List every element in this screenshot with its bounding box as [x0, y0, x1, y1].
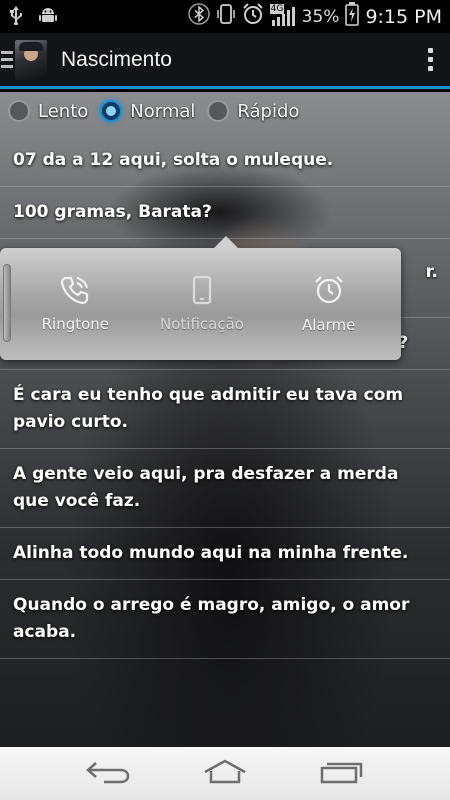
recent-apps-button[interactable]	[312, 754, 372, 794]
ringtone-label: Ringtone	[41, 315, 110, 333]
list-item[interactable]: 100 gramas, Barata?	[0, 187, 450, 239]
speed-option-normal[interactable]: Normal	[100, 100, 195, 122]
main-content: Lento Normal Rápido 07 da a 12 aqui, sol…	[0, 92, 450, 747]
avatar[interactable]	[15, 39, 47, 80]
speed-selector: Lento Normal Rápido	[8, 100, 311, 122]
list-item-text: r.	[425, 262, 438, 282]
recent-apps-icon	[318, 759, 366, 789]
quote-list: 07 da a 12 aqui, solta o muleque. 100 gr…	[0, 135, 450, 659]
radio-icon[interactable]	[207, 100, 230, 122]
list-item[interactable]: É cara eu tenho que admitir eu tava com …	[0, 370, 450, 449]
speed-option-label: Rápido	[237, 100, 300, 122]
list-item[interactable]: Alinha todo mundo aqui na minha frente.	[0, 528, 450, 580]
ringtone-button[interactable]: Ringtone	[12, 256, 139, 352]
alarme-button[interactable]: Alarme	[265, 256, 392, 352]
list-item[interactable]: 07 da a 12 aqui, solta o muleque.	[0, 135, 450, 187]
radio-selected-icon[interactable]	[100, 100, 123, 122]
status-bar: 4G 35% 9:15 PM	[0, 0, 450, 33]
navigation-bar	[0, 747, 450, 800]
radio-icon[interactable]	[8, 100, 30, 122]
speed-option-label: Lento	[38, 100, 89, 122]
action-bar: Nascimento	[0, 33, 450, 89]
network-type-label: 4G	[269, 3, 285, 14]
popup-arrow	[214, 236, 238, 248]
drawer-indicator-icon[interactable]	[0, 32, 14, 88]
alarm-clock-icon	[313, 274, 345, 306]
back-icon	[84, 759, 132, 789]
vibrate-icon	[216, 3, 236, 30]
page-title: Nascimento	[61, 47, 172, 71]
usb-icon	[8, 5, 24, 29]
notificacao-button[interactable]: Notificação	[139, 256, 266, 352]
signal-icon: 4G	[269, 3, 296, 28]
notificacao-label: Notificação	[160, 315, 244, 333]
list-item[interactable]: Quando o arrego é magro, amigo, o amor a…	[0, 580, 450, 659]
battery-charging-icon	[345, 2, 360, 31]
quick-action-popup: Ringtone Notificação Alarme	[0, 236, 401, 360]
speed-option-label: Normal	[130, 100, 196, 122]
alarm-icon	[242, 3, 264, 30]
home-button[interactable]	[195, 754, 255, 794]
bluetooth-icon	[187, 3, 210, 30]
back-button[interactable]	[78, 754, 138, 794]
phone-icon	[60, 275, 90, 305]
overflow-menu-icon[interactable]	[410, 32, 450, 88]
battery-percent: 35%	[301, 6, 340, 27]
speed-option-rapido[interactable]: Rápido	[207, 100, 299, 122]
smartphone-icon	[191, 275, 213, 305]
list-item[interactable]: A gente veio aqui, pra desfazer a merda …	[0, 449, 450, 528]
speed-option-lento[interactable]: Lento	[8, 100, 88, 122]
clock: 9:15 PM	[365, 5, 442, 28]
alarme-label: Alarme	[301, 316, 356, 334]
home-icon	[201, 759, 249, 789]
popup-handle[interactable]	[3, 264, 11, 342]
android-debug-icon	[38, 6, 58, 28]
